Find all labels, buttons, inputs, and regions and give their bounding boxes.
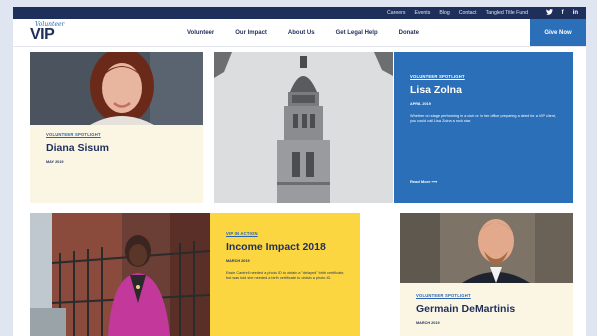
card-body: VIP IN ACTION Income Impact 2018 MARCH 2… [226, 231, 348, 282]
nav-item-donate[interactable]: Donate [399, 30, 419, 36]
utility-link-blog[interactable]: Blog [439, 10, 449, 16]
card-title[interactable]: Lisa Zolna [410, 84, 559, 97]
nav-item-our-impact[interactable]: Our Impact [235, 30, 267, 36]
city-hall-tower-image [214, 52, 393, 203]
card-lisa-zolna[interactable]: VOLUNTEER SPOTLIGHT Lisa Zolna APRIL 201… [394, 52, 573, 203]
card-excerpt: Essie Cantrell needed a photo ID to obta… [226, 270, 345, 281]
city-hall-photo-card [214, 52, 393, 203]
card-body: VOLUNTEER SPOTLIGHT Lisa Zolna APRIL 201… [410, 74, 559, 125]
card-title[interactable]: Diana Sisum [46, 142, 109, 155]
card-germain-demartinis[interactable]: VOLUNTEER SPOTLIGHT Germain DeMartinis M… [400, 213, 573, 336]
card-body: VOLUNTEER SPOTLIGHT Germain DeMartinis M… [416, 293, 515, 325]
card-tag[interactable]: VOLUNTEER SPOTLIGHT [416, 293, 515, 298]
diana-sisum-photo [30, 52, 203, 125]
card-tag[interactable]: VIP IN ACTION [226, 231, 348, 236]
card-income-impact[interactable]: VIP IN ACTION Income Impact 2018 MARCH 2… [210, 213, 360, 336]
logo-text: VIP [30, 26, 55, 43]
vip-logo[interactable]: Volunteer VIP [27, 21, 75, 43]
utility-link-careers[interactable]: Careers [387, 10, 405, 16]
card-excerpt: Whether on stage performing in a club or… [410, 113, 556, 124]
utility-bar: Careers Events Blog Contact Tangled Titl… [13, 7, 586, 19]
germain-demartinis-photo [400, 213, 573, 283]
card-date: MAY 2019 [46, 159, 64, 164]
card-tag[interactable]: VOLUNTEER SPOTLIGHT [46, 132, 109, 137]
facebook-icon[interactable]: f [562, 10, 564, 16]
nav-item-about-us[interactable]: About Us [288, 30, 315, 36]
social-links: f in [545, 7, 578, 19]
card-date: MARCH 2019 [226, 258, 250, 263]
card-title[interactable]: Germain DeMartinis [416, 303, 515, 316]
nav-links: Volunteer Our Impact About Us Get Legal … [187, 19, 440, 46]
utility-link-tangled-title-fund[interactable]: Tangled Title Fund [486, 10, 528, 16]
utility-link-events[interactable]: Events [414, 10, 430, 16]
utility-link-contact[interactable]: Contact [459, 10, 477, 16]
card-tag[interactable]: VOLUNTEER SPOTLIGHT [410, 74, 559, 79]
give-now-button[interactable]: Give Now [530, 19, 586, 46]
card-date: MARCH 2019 [416, 320, 440, 325]
browser-viewport: Careers Events Blog Contact Tangled Titl… [13, 7, 586, 336]
twitter-icon[interactable] [545, 9, 553, 17]
main-navigation: Volunteer VIP Volunteer Our Impact About… [13, 19, 586, 47]
read-more-link[interactable]: Read More ⟶ [410, 179, 437, 184]
card-body: VOLUNTEER SPOTLIGHT Diana Sisum MAY 2019 [46, 132, 109, 164]
nav-item-get-legal-help[interactable]: Get Legal Help [336, 30, 378, 36]
card-title[interactable]: Income Impact 2018 [226, 241, 348, 254]
linkedin-icon[interactable]: in [573, 10, 578, 16]
card-diana-sisum[interactable]: VOLUNTEER SPOTLIGHT Diana Sisum MAY 2019 [30, 52, 203, 203]
card-date: APRIL 2019 [410, 101, 431, 106]
income-impact-photo [30, 213, 210, 336]
nav-item-volunteer[interactable]: Volunteer [187, 30, 214, 36]
utility-links: Careers Events Blog Contact Tangled Titl… [387, 7, 528, 19]
